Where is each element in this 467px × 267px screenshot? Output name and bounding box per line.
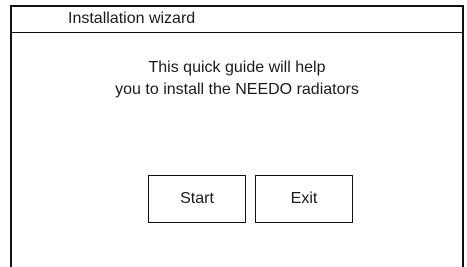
instruction-message: This quick guide will help you to instal… bbox=[12, 57, 462, 101]
start-button[interactable]: Start bbox=[148, 175, 246, 223]
exit-button[interactable]: Exit bbox=[255, 175, 353, 223]
dialog-title: Installation wizard bbox=[68, 10, 196, 27]
message-line-2: you to install the NEEDO radiators bbox=[115, 81, 359, 98]
title-bar: Installation wizard bbox=[12, 7, 462, 33]
message-line-1: This quick guide will help bbox=[148, 59, 326, 76]
wizard-screen: Installation wizard This quick guide wil… bbox=[10, 5, 464, 267]
